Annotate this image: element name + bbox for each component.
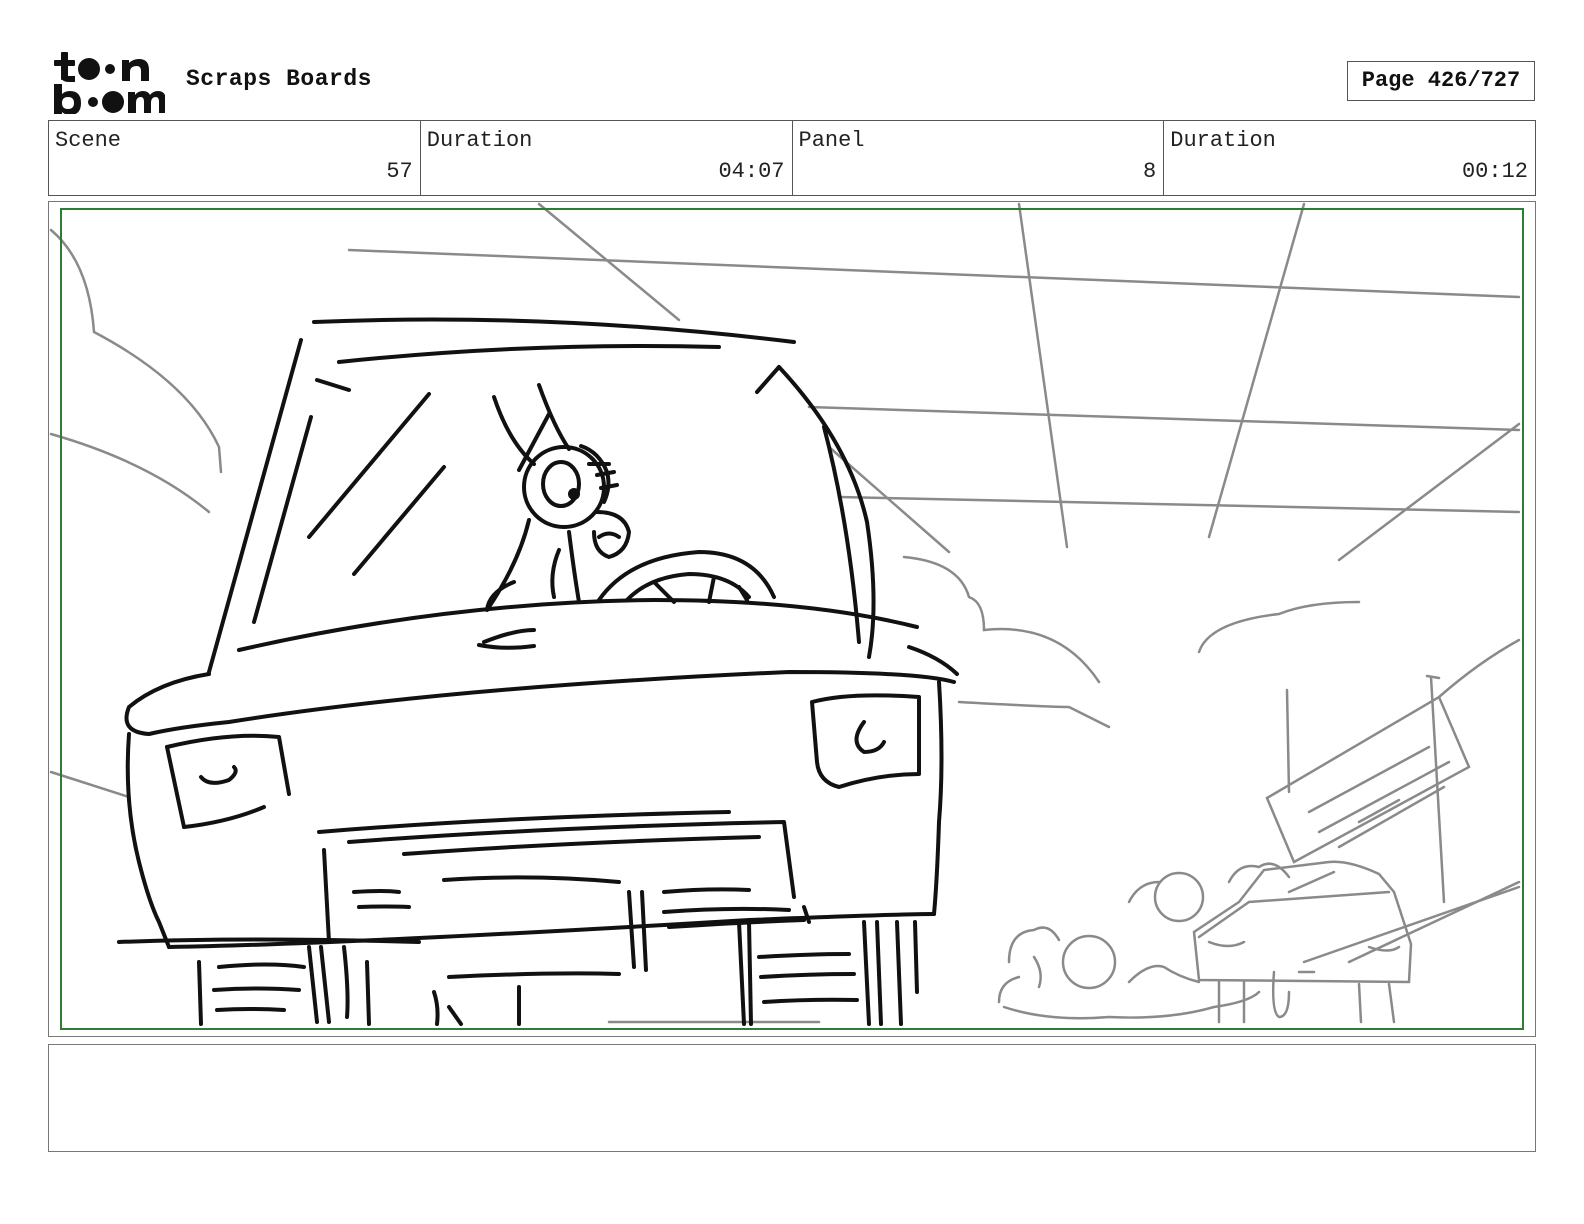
panel-value: 8 [1143,159,1157,184]
page-indicator: Page 426/727 [1347,61,1535,101]
scene-cell: Scene 57 [49,121,421,195]
panel-duration-cell: Duration 00:12 [1164,121,1535,195]
scene-value: 57 [386,159,413,184]
scene-duration-cell: Duration 04:07 [421,121,793,195]
project-title: Scraps Boards [186,66,372,92]
storyboard-sketch-icon [49,202,1521,1026]
panel-label: Panel [798,128,865,153]
panel-duration-label: Duration [1170,128,1276,153]
scene-duration-label: Duration [426,128,533,153]
panel-notes-box [48,1044,1536,1152]
scene-label: Scene [55,128,122,153]
scene-duration-value: 04:07 [718,159,785,184]
panel-info-bar: Scene 57 Duration 04:07 Panel 8 Duration… [48,120,1536,196]
panel-duration-value: 00:12 [1461,159,1528,184]
storyboard-panel [48,201,1536,1037]
panel-cell: Panel 8 [793,121,1165,195]
toon-boom-logo-icon [54,52,165,114]
